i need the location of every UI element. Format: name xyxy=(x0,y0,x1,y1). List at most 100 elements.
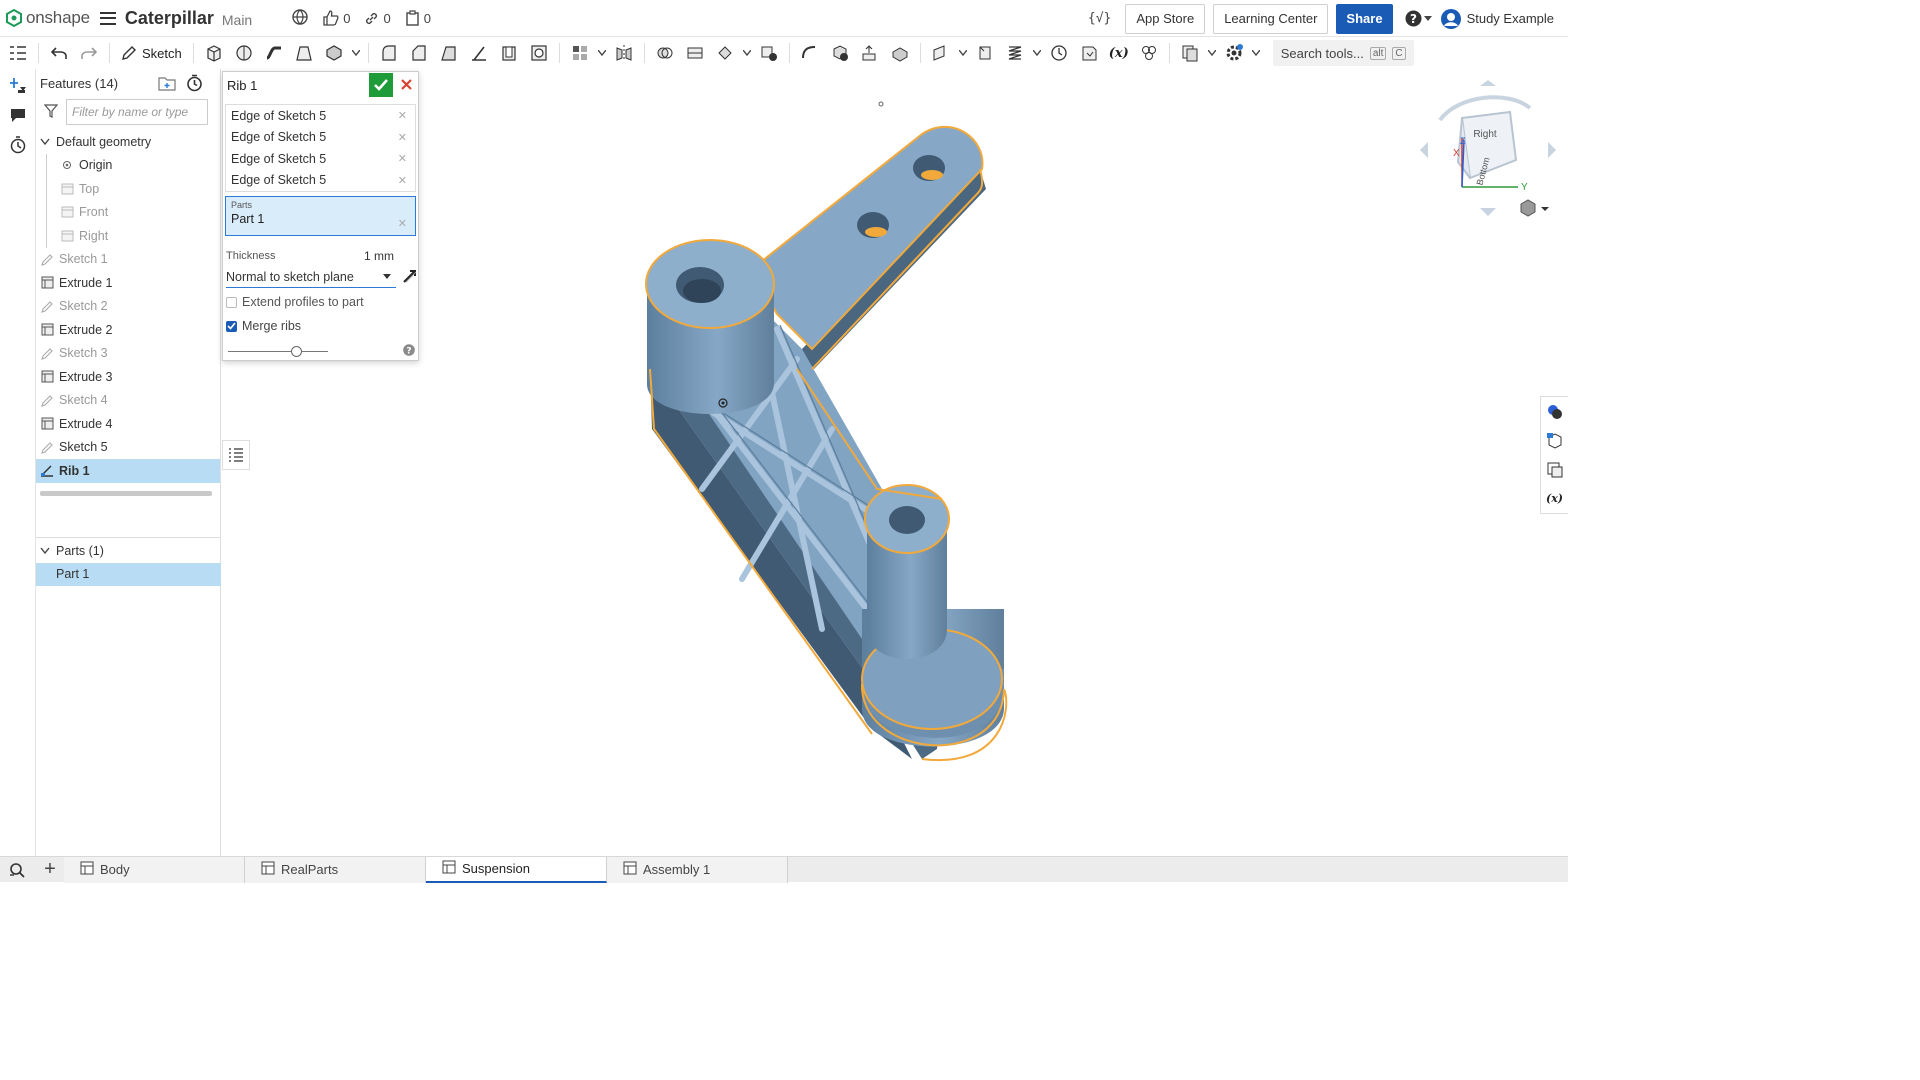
parts-selection-field[interactable]: Parts Part 1 ✕ xyxy=(225,196,416,236)
hole-icon[interactable] xyxy=(526,40,552,66)
flip-direction-icon[interactable] xyxy=(402,268,418,287)
plane-icon[interactable] xyxy=(928,40,954,66)
feature-item[interactable]: Extrude 1 xyxy=(36,271,220,295)
tab-suspension[interactable]: Suspension xyxy=(426,856,607,883)
edge-selection-item[interactable]: Edge of Sketch 5 ✕ xyxy=(226,127,415,149)
tab-body[interactable]: Body xyxy=(64,856,245,883)
delete-face-icon[interactable] xyxy=(827,40,853,66)
globe-icon[interactable] xyxy=(292,8,308,28)
extrude-icon[interactable] xyxy=(201,40,227,66)
redo-icon[interactable] xyxy=(76,40,102,66)
rib-direction-select[interactable]: Normal to sketch plane xyxy=(226,266,396,288)
remove-selection-icon[interactable]: ✕ xyxy=(398,152,407,165)
default-geometry-group[interactable]: Default geometry xyxy=(36,130,220,154)
feature-pattern-icon[interactable] xyxy=(1177,40,1203,66)
configurations-panel-icon[interactable] xyxy=(1541,455,1568,484)
extend-profiles-option[interactable]: Extend profiles to part xyxy=(223,290,418,314)
transform-icon[interactable] xyxy=(712,40,738,66)
feature-item[interactable]: Sketch 1 xyxy=(36,248,220,272)
add-folder-icon[interactable] xyxy=(158,75,176,94)
help-icon[interactable]: ? xyxy=(403,344,415,359)
draft-icon[interactable] xyxy=(436,40,462,66)
feature-item[interactable]: Sketch 2 xyxy=(36,295,220,319)
edge-selection-item[interactable]: Edge of Sketch 5 ✕ xyxy=(226,148,415,170)
replace-face-icon[interactable] xyxy=(887,40,913,66)
main-menu-icon[interactable] xyxy=(99,11,116,25)
parts-group[interactable]: Parts (1) xyxy=(36,539,221,563)
sketch-profile-selections[interactable]: Edge of Sketch 5 ✕ Edge of Sketch 5 ✕ Edge o… xyxy=(225,104,416,192)
sheet-metal-icon[interactable] xyxy=(1046,40,1072,66)
feature-item[interactable]: Front xyxy=(36,200,220,224)
user-menu[interactable]: Study Example xyxy=(1440,8,1554,30)
move-face-icon[interactable] xyxy=(857,40,883,66)
tab-realparts[interactable]: RealParts xyxy=(245,856,426,883)
tab-assembly-1[interactable]: Assembly 1 xyxy=(607,856,788,883)
custom-features-gear-icon[interactable] xyxy=(1221,40,1247,66)
feature-item[interactable]: Sketch 5 xyxy=(36,436,220,460)
chamfer-icon[interactable] xyxy=(406,40,432,66)
part-model[interactable] xyxy=(222,69,1568,856)
appearance-panel-icon[interactable] xyxy=(1541,397,1568,426)
feature-item[interactable]: Extrude 4 xyxy=(36,412,220,436)
feature-list-scrollbar[interactable] xyxy=(40,490,212,496)
boolean-icon[interactable] xyxy=(652,40,678,66)
help-icon[interactable]: ? xyxy=(1405,10,1432,27)
undo-icon[interactable] xyxy=(46,40,72,66)
feature-item[interactable]: Extrude 2 xyxy=(36,318,220,342)
tab-manager-icon[interactable] xyxy=(0,857,36,883)
rollback-slider[interactable]: ? xyxy=(223,338,418,364)
remove-selection-icon[interactable]: ✕ xyxy=(398,174,407,187)
rib-icon[interactable] xyxy=(466,40,492,66)
onshape-logo[interactable]: onshape xyxy=(0,8,90,28)
view-cube[interactable]: Right Bottom X Y Z xyxy=(1418,80,1558,230)
comments-icon[interactable] xyxy=(0,100,36,130)
mate-connector-icon[interactable] xyxy=(972,40,998,66)
rib-dialog-title[interactable]: Rib 1 xyxy=(227,78,257,93)
workspace-name[interactable]: Main xyxy=(222,12,252,28)
delete-part-icon[interactable] xyxy=(756,40,782,66)
extend-profiles-checkbox[interactable] xyxy=(226,296,237,308)
feature-item[interactable]: Sketch 3 xyxy=(36,342,220,366)
remove-selection-icon[interactable]: ✕ xyxy=(398,109,407,122)
sweep-icon[interactable] xyxy=(261,40,287,66)
derived-icon[interactable] xyxy=(1076,40,1102,66)
mirror-icon[interactable] xyxy=(611,40,637,66)
dialog-list-toggle[interactable] xyxy=(222,440,250,470)
feature-item[interactable]: Extrude 3 xyxy=(36,365,220,389)
edge-selection-item[interactable]: Edge of Sketch 5 ✕ xyxy=(226,170,415,192)
search-tools-input[interactable]: Search tools... alt C xyxy=(1272,40,1414,66)
likes-stat[interactable]: 0 xyxy=(322,10,350,26)
share-button[interactable]: Share xyxy=(1336,3,1393,34)
sketch-button[interactable]: Sketch xyxy=(115,45,188,61)
filter-icon[interactable] xyxy=(43,103,59,121)
edge-selection-item[interactable]: Edge of Sketch 5 ✕ xyxy=(226,105,415,127)
assembly-icon[interactable] xyxy=(1136,40,1162,66)
part-studio-panel-icon[interactable] xyxy=(1541,426,1568,455)
feature-item[interactable]: Rib 1 xyxy=(36,459,220,483)
remove-part-icon[interactable]: ✕ xyxy=(398,217,407,230)
feature-item[interactable]: Sketch 4 xyxy=(36,389,220,413)
helix-icon[interactable] xyxy=(1002,40,1028,66)
merge-ribs-checkbox[interactable] xyxy=(226,320,237,332)
merge-ribs-option[interactable]: Merge ribs xyxy=(223,314,418,338)
graphics-viewport[interactable] xyxy=(222,69,1568,856)
shell-icon[interactable] xyxy=(496,40,522,66)
rollback-timer-icon[interactable] xyxy=(186,74,203,95)
part-item[interactable]: Part 1 xyxy=(36,562,221,586)
feature-item[interactable]: Origin xyxy=(36,153,220,177)
links-stat[interactable]: 0 xyxy=(364,11,391,26)
thicken-icon[interactable] xyxy=(321,40,347,66)
feature-item[interactable]: Right xyxy=(36,224,220,248)
revolve-icon[interactable] xyxy=(231,40,257,66)
feature-list-toggle-icon[interactable] xyxy=(5,40,31,66)
linear-pattern-icon[interactable] xyxy=(567,40,593,66)
variable-icon[interactable]: (x) xyxy=(1106,40,1132,66)
document-name[interactable]: Caterpillar xyxy=(125,8,214,29)
insert-feature-icon[interactable] xyxy=(0,70,36,100)
thickness-input[interactable]: 1 mm xyxy=(364,249,394,263)
variable-studio-icon[interactable]: {√} xyxy=(1088,11,1111,26)
cancel-button[interactable] xyxy=(398,76,414,92)
learning-center-button[interactable]: Learning Center xyxy=(1213,3,1329,34)
slider-thumb[interactable] xyxy=(290,346,302,357)
confirm-button[interactable] xyxy=(369,73,393,97)
